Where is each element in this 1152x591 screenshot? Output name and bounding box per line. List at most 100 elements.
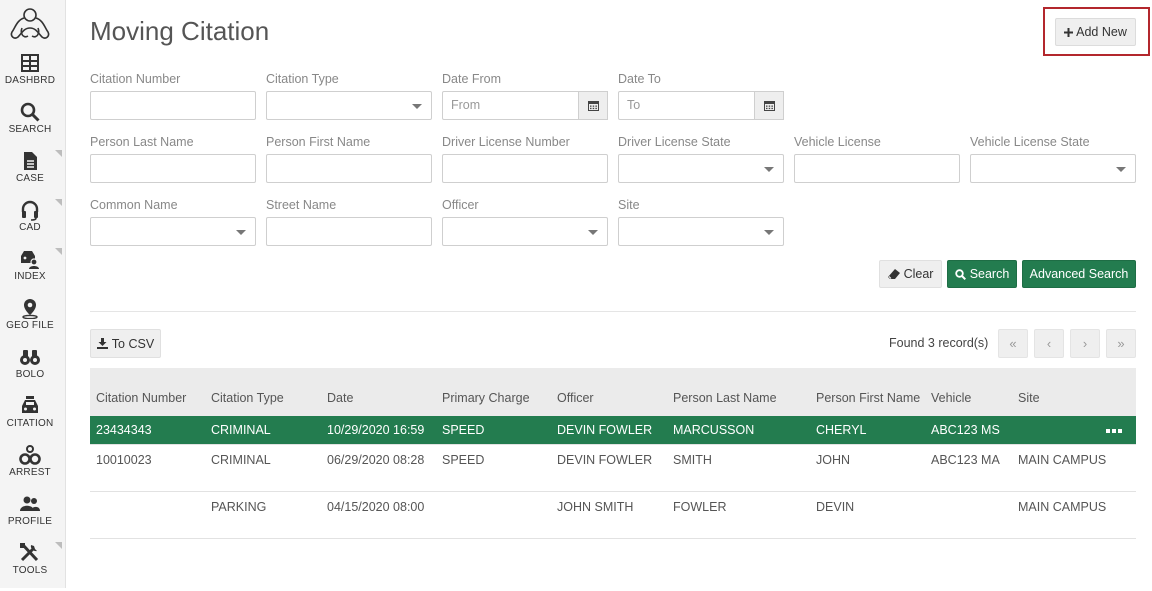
table-cell: CRIMINAL xyxy=(211,422,326,439)
citation-type-select[interactable] xyxy=(266,91,432,120)
sidebar-item-label: INDEX xyxy=(0,271,60,282)
person-first-name-field: Person First Name xyxy=(266,135,432,183)
clear-label: Clear xyxy=(904,267,934,281)
sidebar-item-dashbrd[interactable]: DASHBRD xyxy=(0,52,60,101)
double-chevron-right-icon: » xyxy=(1117,336,1124,351)
previous-page-button[interactable]: ‹ xyxy=(1034,329,1064,358)
sidebar-item-case[interactable]: CASE xyxy=(0,150,60,199)
main-content: Moving Citation Add New Citation Number … xyxy=(66,0,1152,588)
vehicle-license-state-field: Vehicle License State xyxy=(970,135,1136,183)
sidebar-item-tools[interactable]: TOOLS xyxy=(0,542,60,591)
sidebar-item-search[interactable]: SEARCH xyxy=(0,101,60,150)
handcuffs-icon xyxy=(19,444,41,466)
chevron-down-icon xyxy=(588,230,598,235)
common-name-select[interactable] xyxy=(90,217,256,246)
date-to-calendar-button[interactable] xyxy=(755,91,784,120)
column-header[interactable]: Officer xyxy=(557,368,672,416)
calendar-icon xyxy=(764,100,775,111)
sidebar-item-bolo[interactable]: BOLO xyxy=(0,346,60,395)
date-to-input[interactable]: To xyxy=(618,91,755,120)
person-first-name-input[interactable] xyxy=(266,154,432,183)
plus-icon xyxy=(1064,28,1073,37)
dashboard-icon xyxy=(19,52,41,74)
date-from-calendar-button[interactable] xyxy=(579,91,608,120)
add-new-button[interactable]: Add New xyxy=(1055,18,1136,46)
app-logo-icon[interactable] xyxy=(9,6,51,42)
sidebar-item-label: SEARCH xyxy=(0,124,60,135)
row-actions-menu-icon[interactable] xyxy=(1106,429,1122,433)
vehicle-license-state-label: Vehicle License State xyxy=(970,135,1136,150)
column-header[interactable]: Person First Name xyxy=(816,368,926,416)
officer-select[interactable] xyxy=(442,217,608,246)
column-header[interactable]: Citation Type xyxy=(211,368,326,416)
driver-license-state-field: Driver License State xyxy=(618,135,784,183)
sidebar-item-label: CAD xyxy=(0,222,60,233)
table-cell: DEVIN xyxy=(816,499,926,516)
column-header[interactable]: Primary Charge xyxy=(442,368,557,416)
expand-indicator xyxy=(55,542,62,549)
site-select[interactable] xyxy=(618,217,784,246)
sidebar-item-label: DASHBRD xyxy=(0,75,60,86)
vehicle-license-state-select[interactable] xyxy=(970,154,1136,183)
table-cell: SPEED xyxy=(442,452,557,469)
binoculars-icon xyxy=(19,346,41,368)
first-page-button[interactable]: « xyxy=(998,329,1028,358)
expand-indicator xyxy=(55,199,62,206)
person-last-name-field: Person Last Name xyxy=(90,135,256,183)
date-from-input[interactable]: From xyxy=(442,91,579,120)
sidebar-item-index[interactable]: INDEX xyxy=(0,248,60,297)
column-header[interactable]: Person Last Name xyxy=(673,368,813,416)
table-cell: CRIMINAL xyxy=(211,452,326,469)
chevron-down-icon xyxy=(1116,167,1126,172)
chevron-down-icon xyxy=(764,167,774,172)
table-row[interactable]: 23434343CRIMINAL10/29/2020 16:59SPEEDDEV… xyxy=(90,416,1136,445)
person-first-name-label: Person First Name xyxy=(266,135,432,150)
table-cell: 06/29/2020 08:28 xyxy=(327,452,442,469)
eraser-icon xyxy=(888,269,900,279)
calendar-icon xyxy=(588,100,599,111)
sidebar-item-cad[interactable]: CAD xyxy=(0,199,60,248)
add-new-label: Add New xyxy=(1076,25,1127,39)
sidebar-item-citation[interactable]: CITATION xyxy=(0,395,60,444)
advanced-search-button[interactable]: Advanced Search xyxy=(1022,260,1136,288)
sidebar-item-label: CASE xyxy=(0,173,60,184)
person-last-name-input[interactable] xyxy=(90,154,256,183)
chevron-right-icon: › xyxy=(1083,336,1087,351)
date-to-field: Date To To xyxy=(618,72,784,120)
sidebar-item-profile[interactable]: PROFILE xyxy=(0,493,60,542)
column-header[interactable]: Date xyxy=(327,368,442,416)
officer-label: Officer xyxy=(442,198,608,213)
table-cell: MAIN CAMPUS xyxy=(1018,452,1118,469)
street-name-input[interactable] xyxy=(266,217,432,246)
clear-button[interactable]: Clear xyxy=(879,260,942,288)
column-header[interactable]: Vehicle xyxy=(931,368,1016,416)
sidebar-item-geo-file[interactable]: GEO FILE xyxy=(0,297,60,346)
search-icon xyxy=(955,269,966,280)
table-cell: 04/15/2020 08:00 xyxy=(327,499,442,516)
last-page-button[interactable]: » xyxy=(1106,329,1136,358)
table-row[interactable]: PARKING04/15/2020 08:00JOHN SMITHFOWLERD… xyxy=(90,492,1136,539)
record-count: Found 3 record(s) xyxy=(889,336,988,350)
sidebar-item-arrest[interactable]: ARREST xyxy=(0,444,60,493)
citation-number-input[interactable] xyxy=(90,91,256,120)
column-header[interactable]: Citation Number xyxy=(96,368,211,416)
citation-number-field: Citation Number xyxy=(90,72,256,120)
sidebar: DASHBRD SEARCH CASE CAD INDEX GEO FILEBOLOCIT… xyxy=(0,0,66,588)
table-body: 23434343CRIMINAL10/29/2020 16:59SPEEDDEV… xyxy=(90,416,1136,539)
table-cell: 10/29/2020 16:59 xyxy=(327,422,442,439)
vehicle-license-input[interactable] xyxy=(794,154,960,183)
table-header: Citation NumberCitation TypeDatePrimary … xyxy=(90,368,1136,416)
date-from-label: Date From xyxy=(442,72,608,87)
column-header[interactable]: Site xyxy=(1018,368,1118,416)
table-cell: SPEED xyxy=(442,422,557,439)
export-csv-button[interactable]: To CSV xyxy=(90,329,161,358)
search-button[interactable]: Search xyxy=(947,260,1017,288)
table-cell: FOWLER xyxy=(673,499,813,516)
next-page-button[interactable]: › xyxy=(1070,329,1100,358)
driver-license-number-input[interactable] xyxy=(442,154,608,183)
driver-license-number-field: Driver License Number xyxy=(442,135,608,183)
vehicle-license-field: Vehicle License xyxy=(794,135,960,183)
divider xyxy=(90,311,1136,312)
driver-license-state-select[interactable] xyxy=(618,154,784,183)
table-row[interactable]: 10010023CRIMINAL06/29/2020 08:28SPEEDDEV… xyxy=(90,445,1136,492)
